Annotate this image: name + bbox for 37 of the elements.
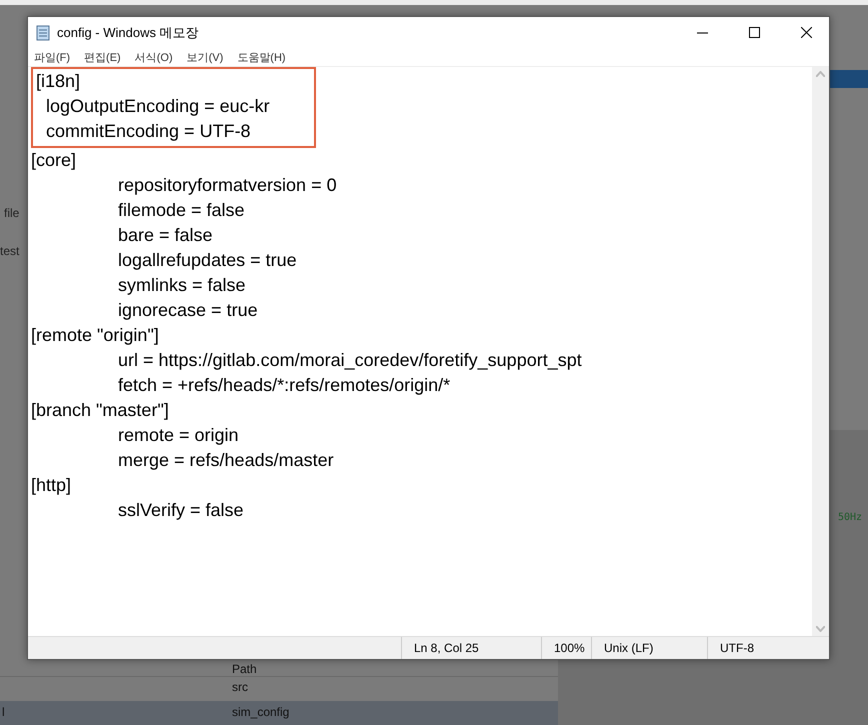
text-line: [branch "master"] <box>31 399 169 422</box>
text-line: ignorecase = true <box>117 299 258 322</box>
maximize-icon <box>748 27 760 38</box>
text-line: repositoryformatversion = 0 <box>117 174 337 197</box>
text-line: [core] <box>31 149 76 172</box>
menu-item[interactable]: 서식(O) <box>134 50 173 64</box>
column-header: Path <box>232 662 257 676</box>
background-text: test <box>0 244 20 258</box>
text-line: remote = origin <box>117 424 239 447</box>
text-line: [remote "origin"] <box>31 324 159 347</box>
text-line: [http] <box>31 474 72 497</box>
text-line: bare = false <box>117 224 213 247</box>
notepad-icon <box>35 24 51 40</box>
text-line: merge = refs/heads/master <box>117 449 334 472</box>
encoding: UTF-8 <box>707 637 829 659</box>
file-row[interactable]: src <box>0 676 558 700</box>
text-line: sslVerify = false <box>117 499 244 522</box>
menu-item[interactable]: 도움말(H) <box>237 50 286 64</box>
code-text: 50Hz <box>838 512 862 523</box>
text-line: commitEncoding = UTF-8 <box>45 120 252 143</box>
text-line: symlinks = false <box>117 274 246 297</box>
window-title: config - Windows 메모장 <box>57 24 200 42</box>
text-line: url = https://gitlab.com/morai_coredev/foretify_support_spt <box>117 349 582 372</box>
close-icon <box>800 27 812 38</box>
text-line: [i18n] <box>36 70 82 93</box>
text-line: logOutputEncoding = euc-kr <box>45 95 271 118</box>
background-text: file <box>4 206 20 220</box>
menu-item[interactable]: 파일(F) <box>34 50 70 64</box>
cursor-position: Ln 8, Col 25 <box>401 637 541 659</box>
line-ending: Unix (LF) <box>591 637 707 659</box>
zoom-level: 100% <box>541 637 591 659</box>
text-line: fetch = +refs/heads/*:refs/remotes/origin/* <box>117 374 450 397</box>
text-line: filemode = false <box>117 199 245 222</box>
selected-row <box>830 70 868 88</box>
menu-item[interactable]: 보기(V) <box>186 50 224 64</box>
menu-item[interactable]: 편집(E) <box>84 50 121 64</box>
text-line: logallrefupdates = true <box>117 249 297 272</box>
